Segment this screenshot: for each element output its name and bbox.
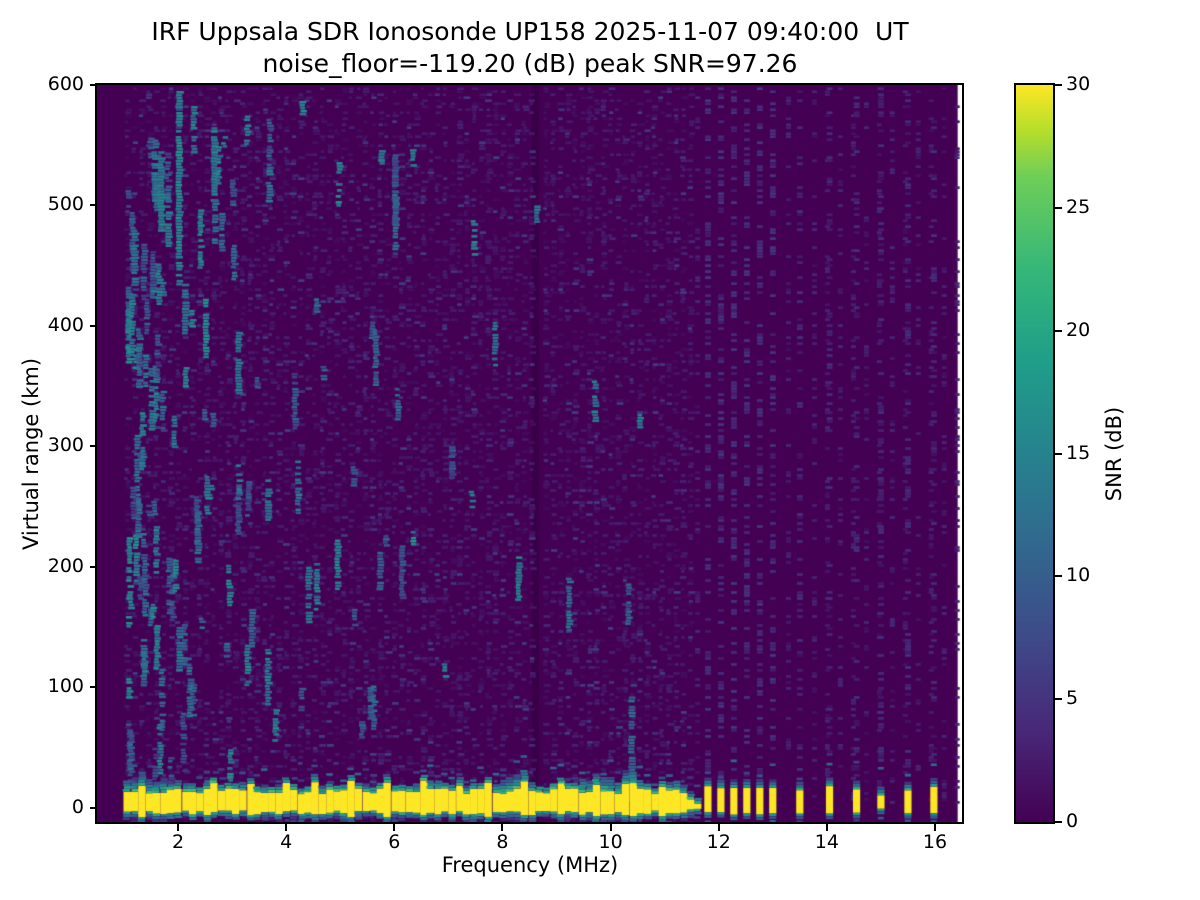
colorbar-tick	[1055, 575, 1062, 577]
colorbar-tick	[1055, 84, 1062, 86]
colorbar-tick-label: 20	[1066, 319, 1126, 341]
y-tick-label: 0	[6, 796, 84, 818]
y-tick	[90, 807, 97, 809]
colorbar-tick-label: 30	[1066, 73, 1126, 95]
figure-title: IRF Uppsala SDR Ionosonde UP158 2025-11-…	[97, 16, 963, 48]
colorbar-tick	[1055, 698, 1062, 700]
y-tick	[90, 686, 97, 688]
x-tick-label: 16	[895, 831, 975, 853]
x-tick	[934, 824, 936, 831]
x-tick-label: 4	[246, 831, 326, 853]
x-tick	[826, 824, 828, 831]
x-tick	[393, 824, 395, 831]
colorbar-tick	[1055, 453, 1062, 455]
colorbar-gradient	[1016, 85, 1053, 822]
x-tick-label: 14	[787, 831, 867, 853]
x-tick-label: 2	[138, 831, 218, 853]
colorbar-tick-label: 10	[1066, 564, 1126, 586]
colorbar-tick-label: 0	[1066, 810, 1126, 832]
y-tick-label: 200	[6, 555, 84, 577]
colorbar-tick-label: 25	[1066, 196, 1126, 218]
colorbar-tick-label: 15	[1066, 442, 1126, 464]
plot-frame	[97, 85, 962, 822]
x-tick	[501, 824, 503, 831]
colorbar-tick	[1055, 207, 1062, 209]
ionogram-heatmap	[97, 85, 962, 822]
x-axis-label: Frequency (MHz)	[97, 853, 963, 877]
y-tick-label: 100	[6, 675, 84, 697]
y-tick	[90, 445, 97, 447]
colorbar-tick-label: 5	[1066, 687, 1126, 709]
x-tick-label: 8	[462, 831, 542, 853]
y-tick-label: 600	[6, 73, 84, 95]
x-tick	[610, 824, 612, 831]
y-tick	[90, 325, 97, 327]
y-tick-label: 500	[6, 193, 84, 215]
y-tick	[90, 566, 97, 568]
colorbar-tick	[1055, 330, 1062, 332]
x-tick	[718, 824, 720, 831]
y-tick	[90, 84, 97, 86]
colorbar-tick	[1055, 821, 1062, 823]
ionogram-figure: IRF Uppsala SDR Ionosonde UP158 2025-11-…	[0, 0, 1200, 900]
figure-subtitle: noise_floor=-119.20 (dB) peak SNR=97.26	[97, 48, 963, 80]
y-tick	[90, 204, 97, 206]
x-tick	[285, 824, 287, 831]
x-tick	[177, 824, 179, 831]
y-tick-label: 400	[6, 314, 84, 336]
x-tick-label: 12	[679, 831, 759, 853]
y-tick-label: 300	[6, 434, 84, 456]
x-tick-label: 6	[354, 831, 434, 853]
figure-title-block: IRF Uppsala SDR Ionosonde UP158 2025-11-…	[97, 16, 963, 80]
x-tick-label: 10	[571, 831, 651, 853]
